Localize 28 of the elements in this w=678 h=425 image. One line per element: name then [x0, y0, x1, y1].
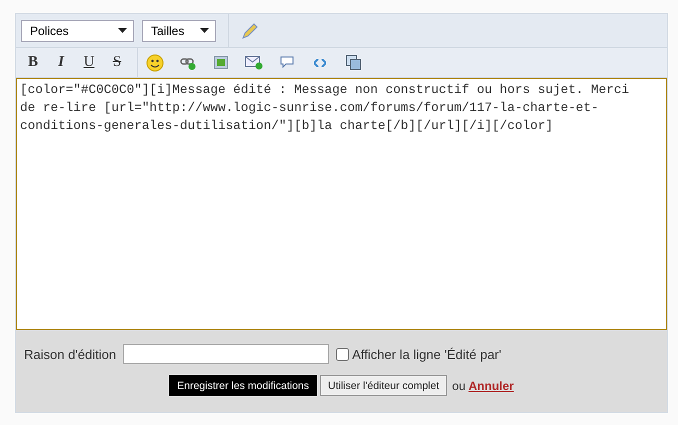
caret-icon [118, 28, 127, 33]
envelope-add-icon [245, 55, 263, 70]
message-text-line: [color="#C0C0C0"][i]Message édité : Message non constructif ou hors sujet. Merci [20, 81, 630, 99]
checkbox-label: Afficher la ligne 'Édité par' [352, 346, 502, 362]
caret-icon [200, 28, 209, 33]
image-icon [214, 56, 228, 69]
edit-reason-label: Raison d'édition [24, 346, 116, 362]
strike-button[interactable]: S [105, 52, 129, 74]
message-text-line: conditions-generales-dutilisation/"][b]la charte[/b][/url][/i][/color] [20, 117, 554, 135]
show-edited-checkbox[interactable] [336, 348, 350, 360]
bold-button[interactable]: B [21, 52, 45, 74]
pencil-icon[interactable] [241, 22, 259, 40]
smiley-icon [146, 54, 164, 72]
message-editor[interactable] [16, 78, 667, 330]
full-editor-button[interactable]: Utiliser l'éditeur complet [320, 375, 448, 396]
underline-button[interactable]: U [77, 52, 101, 74]
speech-bubble-icon [280, 56, 294, 69]
save-button[interactable]: Enregistrer les modifications [169, 375, 318, 396]
edit-reason-field[interactable] [123, 344, 330, 364]
size-select[interactable]: Tailles [142, 20, 216, 42]
or-text: ou [452, 378, 466, 392]
link-add-icon [180, 56, 196, 70]
code-icon [314, 58, 326, 66]
message-text-line: de re-lire [url="http://www.logic-sunrise.com/forums/forum/117-la-charte-et- [20, 99, 600, 117]
italic-button[interactable]: I [49, 52, 73, 74]
copy-icon [346, 55, 360, 70]
font-select[interactable]: Polices [21, 20, 134, 42]
cancel-link[interactable]: Annuler [468, 378, 514, 392]
